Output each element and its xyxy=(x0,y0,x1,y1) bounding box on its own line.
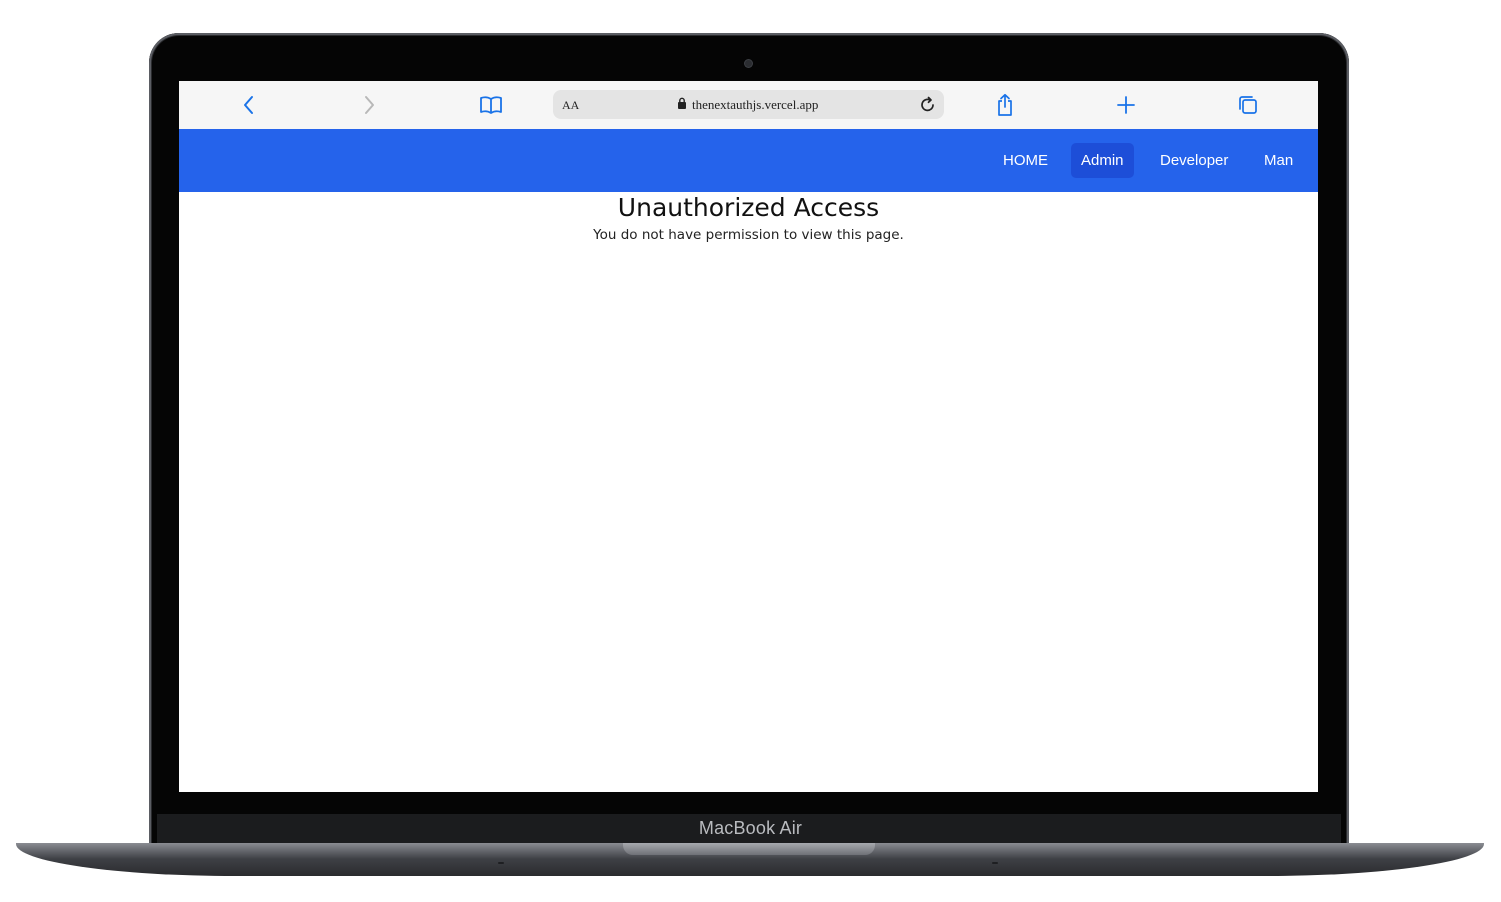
nav-home-link[interactable]: HOME xyxy=(993,143,1058,178)
browser-toolbar: AA thenextauthjs.vercel.app xyxy=(179,81,1318,130)
url-display[interactable]: thenextauthjs.vercel.app xyxy=(677,97,818,113)
tabs-button[interactable] xyxy=(1234,92,1262,118)
nav-man-link[interactable]: Man xyxy=(1254,143,1303,178)
nav-admin-link[interactable]: Admin xyxy=(1071,143,1134,178)
site-navbar: HOME Admin Developer Man xyxy=(179,129,1318,192)
url-text: thenextauthjs.vercel.app xyxy=(692,97,819,112)
chevron-right-icon xyxy=(362,95,376,115)
device-brand-label: MacBook Air xyxy=(698,818,803,838)
reload-button[interactable] xyxy=(919,96,937,119)
camera-icon xyxy=(745,60,752,67)
bookmarks-button[interactable] xyxy=(477,92,505,118)
macbook-mockup: AA thenextauthjs.vercel.app HOME Admin D… xyxy=(0,0,1501,902)
chevron-left-icon xyxy=(242,95,256,115)
new-tab-button[interactable] xyxy=(1112,92,1140,118)
back-button[interactable] xyxy=(235,92,263,118)
laptop-foot xyxy=(992,862,998,864)
share-icon xyxy=(995,93,1015,117)
laptop-foot xyxy=(498,862,504,864)
plus-icon xyxy=(1116,95,1136,115)
share-button[interactable] xyxy=(991,92,1019,118)
lock-icon xyxy=(677,97,687,113)
forward-button[interactable] xyxy=(355,92,383,118)
tabs-icon xyxy=(1237,94,1259,116)
page-title: Unauthorized Access xyxy=(617,193,880,222)
browser-screen: AA thenextauthjs.vercel.app HOME Admin D… xyxy=(179,81,1318,792)
nav-developer-link[interactable]: Developer xyxy=(1150,143,1238,178)
reload-icon xyxy=(919,96,937,118)
book-icon xyxy=(478,95,504,115)
address-bar[interactable]: AA thenextauthjs.vercel.app xyxy=(553,90,944,119)
page-message: You do not have permission to view this … xyxy=(593,227,904,243)
reader-mode-button[interactable]: AA xyxy=(562,98,579,113)
laptop-hinge-notch xyxy=(623,843,875,855)
